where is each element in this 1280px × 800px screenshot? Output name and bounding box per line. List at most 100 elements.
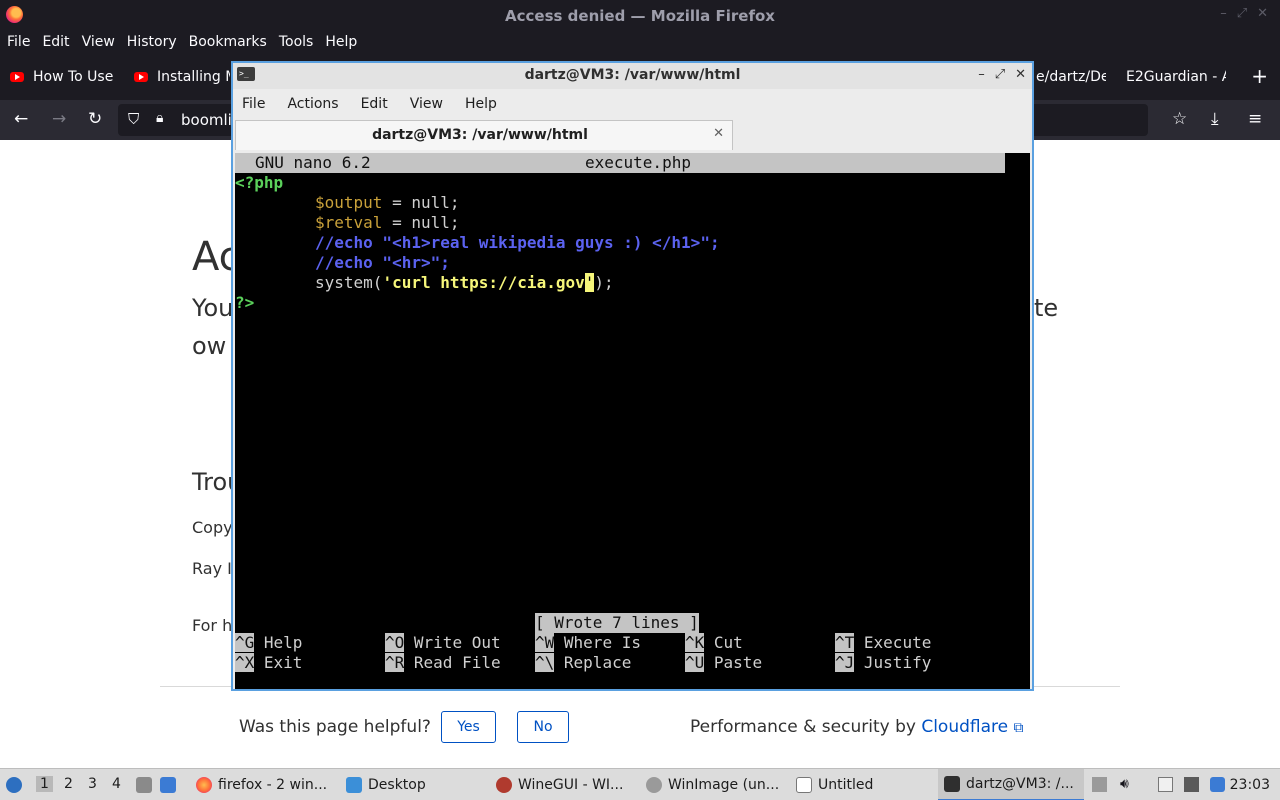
- term-menu-file[interactable]: File: [242, 96, 265, 112]
- variable: $output: [315, 193, 383, 212]
- menu-history[interactable]: History: [127, 34, 177, 50]
- downloads-icon[interactable]: ⤓: [1211, 109, 1219, 129]
- shortcut-write-out[interactable]: ^O Write Out: [385, 633, 501, 653]
- back-icon[interactable]: ←: [14, 109, 28, 129]
- task-label: Untitled: [818, 777, 874, 793]
- tab-e2guardian[interactable]: E2Guardian - A: [1126, 62, 1226, 92]
- minimize-icon[interactable]: –: [1220, 6, 1227, 21]
- menu-bookmarks[interactable]: Bookmarks: [189, 34, 267, 50]
- shortcut-paste[interactable]: ^U Paste: [685, 653, 762, 673]
- shortcut-read-file[interactable]: ^R Read File: [385, 653, 501, 673]
- nano-filename: execute.php: [585, 153, 691, 172]
- task-label: Desktop: [368, 777, 426, 793]
- maximize-icon[interactable]: ⤢: [1237, 6, 1247, 21]
- maximize-icon[interactable]: ⤢: [995, 67, 1005, 82]
- shortcut-help[interactable]: ^G Help: [235, 633, 302, 653]
- menu-edit[interactable]: Edit: [42, 34, 69, 50]
- workspace-2[interactable]: 2: [64, 776, 73, 792]
- shortcut-key: ^K: [685, 633, 705, 652]
- menu-view[interactable]: View: [82, 34, 115, 50]
- code-line-1: <?php: [235, 173, 283, 193]
- task-firefox[interactable]: firefox - 2 win...: [196, 769, 336, 800]
- reload-icon[interactable]: ↻: [88, 109, 102, 129]
- terminal-icon: [944, 776, 960, 792]
- clipboard-icon[interactable]: [1092, 777, 1107, 792]
- term-menu-view[interactable]: View: [410, 96, 443, 112]
- term-menu-actions[interactable]: Actions: [287, 96, 338, 112]
- menu-help[interactable]: Help: [325, 34, 357, 50]
- shortcut-key: ^J: [835, 653, 855, 672]
- close-icon[interactable]: ✕: [1257, 6, 1268, 21]
- task-label: WinImage (un...: [668, 777, 780, 793]
- start-menu-button[interactable]: [6, 769, 22, 800]
- shortcut-label: Exit: [263, 653, 303, 672]
- task-winegui[interactable]: WineGUI - WI...: [496, 769, 636, 800]
- network-icon[interactable]: [1184, 777, 1199, 792]
- notes-icon[interactable]: [1158, 777, 1173, 792]
- youtube-icon: [134, 72, 148, 82]
- task-terminal[interactable]: dartz@VM3: /...: [938, 769, 1084, 800]
- term-menu-help[interactable]: Help: [465, 96, 497, 112]
- shortcut-label: Execute: [863, 633, 932, 652]
- firefox-titlebar: Access denied — Mozilla Firefox – ⤢ ✕: [0, 0, 1280, 30]
- code-line-4: //echo "<h1>real wikipedia guys :) </h1>…: [315, 233, 720, 253]
- troubleshooting-text: Copy: [192, 518, 233, 537]
- no-button[interactable]: No: [517, 711, 569, 743]
- yes-button[interactable]: Yes: [441, 711, 496, 743]
- minimize-icon[interactable]: –: [978, 67, 985, 82]
- files-icon: [136, 777, 152, 793]
- updates-icon[interactable]: [1210, 777, 1225, 792]
- text-cursor: ': [584, 273, 595, 292]
- task-winimage[interactable]: WinImage (un...: [646, 769, 786, 800]
- shortcut-label: Where Is: [563, 633, 641, 652]
- task-untitled[interactable]: Untitled: [796, 769, 926, 800]
- workspace-4[interactable]: 4: [112, 776, 121, 792]
- ray-id-text: Ray I: [192, 559, 232, 578]
- shortcut-cut[interactable]: ^K Cut: [685, 633, 743, 653]
- shortcut-key: ^R: [385, 653, 405, 672]
- lock-icon[interactable]: 🔒︎: [156, 110, 163, 126]
- folder-icon: [346, 777, 362, 793]
- shortcut-key: ^X: [235, 653, 255, 672]
- shortcut-where-is[interactable]: ^W Where Is: [535, 633, 641, 653]
- clock[interactable]: 23:03: [1230, 777, 1270, 793]
- volume-icon[interactable]: 🔊︎: [1120, 776, 1135, 792]
- task-desktop[interactable]: Desktop: [346, 769, 476, 800]
- close-icon[interactable]: ✕: [1015, 67, 1026, 82]
- close-tab-icon[interactable]: ✕: [713, 126, 724, 141]
- menu-file[interactable]: File: [7, 34, 30, 50]
- shortcut-key: ^\: [535, 653, 555, 672]
- launcher-files[interactable]: [136, 769, 158, 800]
- lead-text: You: [192, 294, 234, 322]
- shield-icon[interactable]: ⛉: [128, 110, 139, 128]
- url-text[interactable]: boomli: [181, 111, 232, 129]
- nano-editor[interactable]: GNU nano 6.2 execute.php <?php $output = …: [235, 153, 1030, 689]
- shortcut-key: ^T: [835, 633, 855, 652]
- code-line-7: ?>: [235, 293, 254, 313]
- code-line-2: $output = null;: [315, 193, 460, 213]
- youtube-icon: [10, 72, 24, 82]
- show-desktop-icon: [160, 777, 176, 793]
- tab-how-to-use[interactable]: How To Use: [10, 62, 120, 92]
- forward-icon[interactable]: →: [52, 109, 66, 129]
- app-menu-icon[interactable]: ≡: [1248, 109, 1262, 129]
- shortcut-replace[interactable]: ^\ Replace: [535, 653, 631, 673]
- tab-file[interactable]: e/dartz/De: [1036, 62, 1106, 92]
- cloudflare-link[interactable]: Cloudflare: [921, 717, 1008, 737]
- workspace-1[interactable]: 1: [36, 776, 53, 792]
- winimage-icon: [646, 777, 662, 793]
- terminal-tab[interactable]: dartz@VM3: /var/www/html ✕: [235, 120, 733, 150]
- shortcut-exit[interactable]: ^X Exit: [235, 653, 302, 673]
- new-tab-icon[interactable]: +: [1251, 66, 1268, 86]
- code-line-5: //echo "<hr>";: [315, 253, 450, 273]
- term-menu-edit[interactable]: Edit: [361, 96, 388, 112]
- workspace-3[interactable]: 3: [88, 776, 97, 792]
- shortcut-execute[interactable]: ^T Execute: [835, 633, 931, 653]
- shortcut-justify[interactable]: ^J Justify: [835, 653, 931, 673]
- bookmark-star-icon[interactable]: ☆: [1172, 109, 1187, 129]
- firefox-menubar: File Edit View History Bookmarks Tools H…: [0, 30, 1280, 54]
- menu-tools[interactable]: Tools: [279, 34, 314, 50]
- tab-label: E2Guardian - A: [1126, 69, 1226, 85]
- launcher-desktop[interactable]: [160, 769, 182, 800]
- tab-installing[interactable]: Installing M: [134, 62, 230, 92]
